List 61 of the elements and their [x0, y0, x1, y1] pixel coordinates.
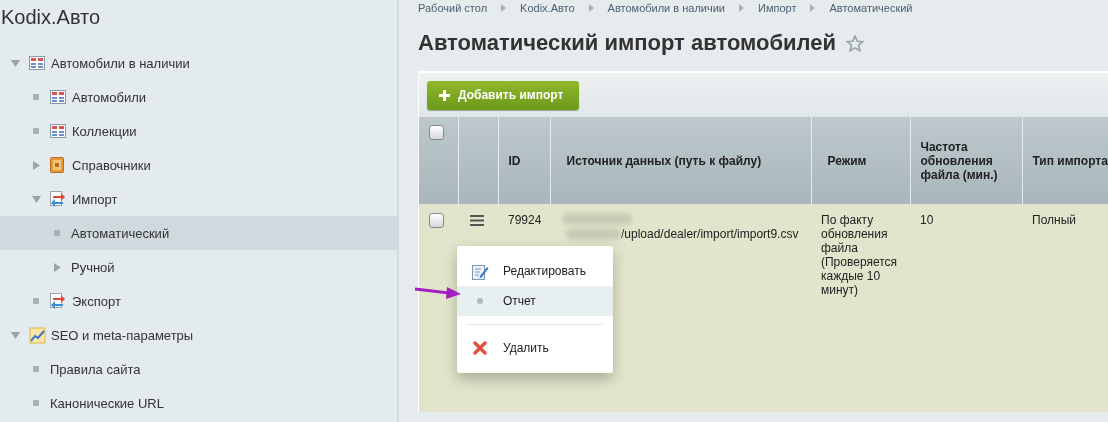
sidebar-item[interactable]: Импорт	[0, 182, 397, 216]
page-title: Автоматический импорт автомобилей	[418, 30, 837, 56]
sidebar-item[interactable]: Ручной	[0, 250, 397, 284]
sidebar-item[interactable]: Автомобили	[0, 80, 397, 114]
pointer-arrow-icon	[415, 286, 463, 300]
sidebar-item[interactable]: Справочники	[0, 148, 397, 182]
table-cell: Полный	[1022, 204, 1108, 412]
sidebar-item[interactable]: SEO и meta-параметры	[0, 318, 397, 352]
bullet-icon	[54, 230, 60, 236]
sidebar-title: Kodix.Авто	[0, 5, 102, 30]
menu-icon[interactable]	[470, 215, 484, 226]
sidebar-item[interactable]: Правила сайта	[0, 352, 397, 386]
table-cell: /upload/dealer/import/import9.csv	[621, 227, 799, 241]
blurred-text-block	[562, 213, 632, 225]
sidebar-item[interactable]: Автомобили в наличии	[0, 46, 397, 80]
breadcrumb-link[interactable]: Автоматический	[829, 2, 913, 14]
expand-arrow-icon[interactable]	[53, 262, 61, 272]
breadcrumb-arrow-icon	[501, 4, 507, 12]
bullet-icon	[33, 366, 39, 372]
column-header[interactable]: Тип импорта	[1022, 117, 1108, 204]
sidebar-item[interactable]: Коллекции	[0, 114, 397, 148]
column-header[interactable]: Частота обновления файла (мин.)	[910, 117, 1022, 204]
column-header[interactable]: Источник данных (путь к файлу)	[550, 117, 811, 204]
table-cell: 10	[910, 204, 1022, 412]
transfer-arrows-icon	[50, 292, 66, 310]
breadcrumb-link[interactable]: Рабочий стол	[418, 2, 488, 14]
transfer-arrows-icon	[50, 190, 66, 208]
row-checkbox[interactable]	[429, 213, 444, 228]
bullet-icon	[33, 400, 39, 406]
table-icon	[50, 124, 66, 138]
sidebar-item[interactable]: Экспорт	[0, 284, 397, 318]
breadcrumb-arrow-icon	[739, 4, 744, 12]
table-icon	[50, 90, 66, 104]
plus-icon	[439, 89, 450, 101]
menu-item[interactable]: Отчет	[457, 286, 613, 316]
chart-icon	[29, 326, 46, 344]
column-header[interactable]: ID	[498, 117, 550, 204]
bullet-icon	[33, 298, 39, 304]
table-icon	[29, 56, 45, 70]
breadcrumb-arrow-icon	[588, 4, 594, 12]
expand-arrow-icon[interactable]	[32, 160, 40, 170]
collapse-arrow-icon[interactable]	[10, 59, 20, 67]
breadcrumb-link[interactable]: Kodix.Авто	[520, 2, 575, 14]
bullet-icon	[33, 94, 39, 100]
edit-icon	[471, 262, 489, 280]
breadcrumb-link[interactable]: Автомобили в наличии	[607, 2, 725, 14]
sidebar-item[interactable]: Канонические URL	[0, 386, 397, 420]
star-icon[interactable]	[846, 34, 865, 52]
blurred-text-block	[566, 228, 621, 240]
bullet-icon	[477, 298, 483, 304]
bullet-icon	[33, 128, 39, 134]
breadcrumb-link[interactable]: Импорт	[758, 2, 797, 14]
collapse-arrow-icon[interactable]	[10, 331, 20, 339]
table-cell: По факту обновления файла (Проверяется каждые 10 минут)	[811, 204, 910, 412]
sidebar-item[interactable]: Автоматический	[0, 216, 397, 250]
breadcrumb-arrow-icon	[810, 4, 816, 12]
collapse-arrow-icon[interactable]	[31, 195, 41, 203]
book-icon	[50, 157, 64, 173]
delete-icon	[473, 341, 487, 355]
column-header[interactable]: Режим	[811, 117, 910, 204]
select-all-checkbox[interactable]	[429, 125, 444, 140]
